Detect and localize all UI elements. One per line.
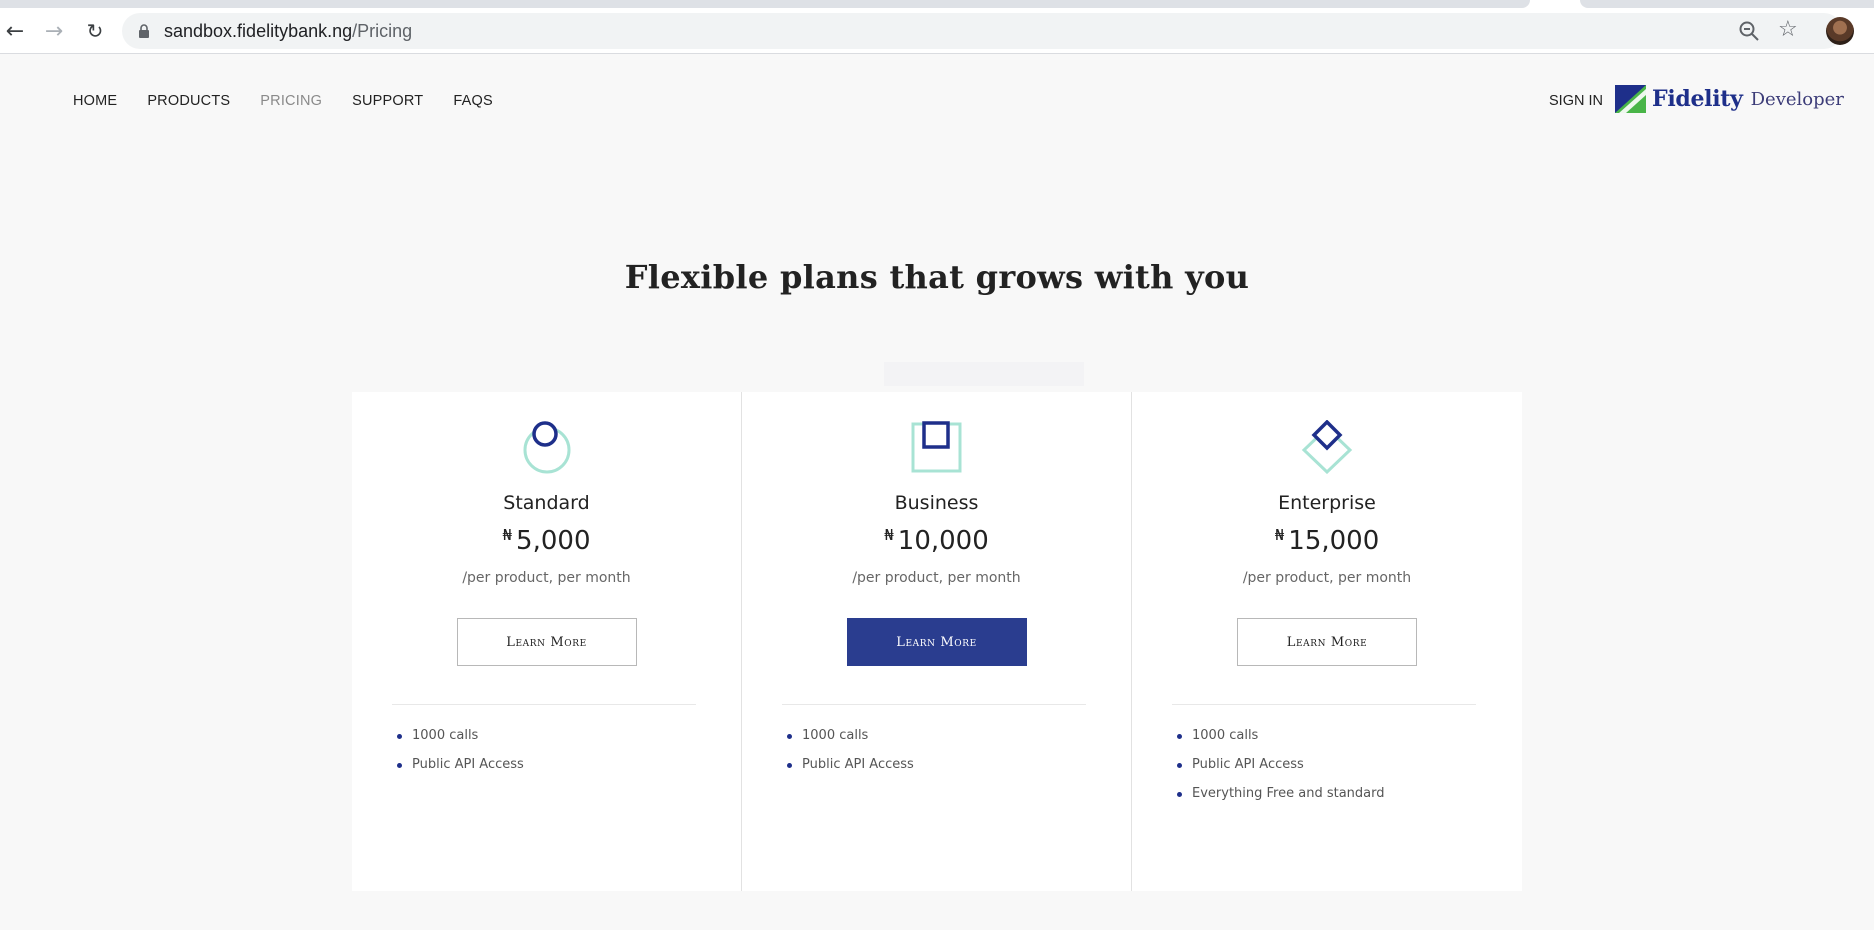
divider	[1172, 704, 1476, 705]
logo-brand-text: Fidelity	[1652, 86, 1743, 112]
feature-item: Public API Access	[397, 757, 524, 772]
price-value: 5,000	[516, 526, 591, 556]
plan-name: Business	[894, 492, 979, 514]
feature-item: 1000 calls	[787, 728, 914, 743]
back-arrow-icon[interactable]: ←	[2, 18, 28, 44]
browser-tabstrip	[0, 0, 1874, 8]
browser-toolbar: ← → ↻ sandbox.fidelitybank.ng/Pricing ☆	[0, 8, 1874, 54]
site-header: HOME PRODUCTS PRICING SUPPORT FAQS SIGN …	[0, 55, 1874, 151]
plan-period: /per product, per month	[852, 570, 1021, 586]
circle-icon	[523, 421, 570, 474]
diamond-icon	[1301, 420, 1353, 474]
nav-faqs[interactable]: FAQS	[453, 93, 492, 109]
profile-avatar[interactable]	[1826, 17, 1854, 45]
price-value: 15,000	[1288, 526, 1380, 556]
tab-strip-right	[1580, 0, 1874, 8]
feature-item: Public API Access	[1177, 757, 1385, 772]
url-path: /Pricing	[352, 21, 413, 41]
feature-list: 1000 calls Public API Access Everything …	[1177, 728, 1385, 815]
feature-list: 1000 calls Public API Access	[787, 728, 914, 786]
feature-item: 1000 calls	[1177, 728, 1385, 743]
main-nav: HOME PRODUCTS PRICING SUPPORT FAQS	[73, 93, 523, 109]
address-bar[interactable]: sandbox.fidelitybank.ng/Pricing ☆	[122, 13, 1842, 49]
plan-card-standard: Standard ₦ 5,000 /per product, per month …	[352, 392, 742, 891]
lock-icon[interactable]	[138, 24, 150, 38]
learn-more-button[interactable]: Learn More	[1237, 618, 1417, 666]
plan-period: /per product, per month	[1242, 570, 1412, 586]
divider	[782, 704, 1086, 705]
feature-item: Everything Free and standard	[1177, 786, 1385, 801]
plan-name: Enterprise	[1278, 492, 1376, 514]
feature-item: 1000 calls	[397, 728, 524, 743]
plan-card-enterprise: Enterprise ₦ 15,000 /per product, per mon…	[1132, 392, 1522, 891]
nav-support[interactable]: SUPPORT	[352, 93, 423, 109]
square-icon	[911, 421, 961, 473]
forward-arrow-icon[interactable]: →	[41, 18, 67, 44]
page-title: Flexible plans that grows with you	[624, 258, 1250, 296]
currency-symbol: ₦	[502, 526, 513, 544]
plan-price: ₦ 10,000	[742, 526, 1131, 556]
nav-products[interactable]: PRODUCTS	[147, 93, 230, 109]
learn-more-button[interactable]: Learn More	[846, 618, 1027, 666]
feature-item: Public API Access	[787, 757, 914, 772]
divider	[392, 704, 696, 705]
plan-price: ₦ 15,000	[1132, 526, 1522, 556]
currency-symbol: ₦	[1274, 526, 1285, 544]
logo-sub-text: Developer	[1750, 88, 1844, 110]
nav-pricing[interactable]: PRICING	[260, 93, 322, 109]
fidelity-developer-logo[interactable]: Fidelity Developer	[1615, 85, 1844, 113]
bookmark-star-icon[interactable]: ☆	[1778, 17, 1798, 42]
url-text: sandbox.fidelitybank.ng/Pricing	[164, 21, 412, 42]
plan-period: /per product, per month	[462, 570, 631, 586]
fidelity-logo-mark-icon	[1615, 85, 1646, 113]
zoom-out-icon[interactable]	[1738, 20, 1760, 42]
plan-price: ₦ 5,000	[352, 526, 741, 556]
feature-list: 1000 calls Public API Access	[397, 728, 524, 786]
reload-icon[interactable]: ↻	[82, 18, 108, 44]
url-host: sandbox.fidelitybank.ng	[164, 21, 353, 41]
nav-home[interactable]: HOME	[73, 93, 117, 109]
billing-toggle-placeholder	[884, 362, 1084, 386]
sign-in-link[interactable]: SIGN IN	[1549, 93, 1603, 109]
plan-name: Standard	[503, 492, 590, 514]
learn-more-button[interactable]: Learn More	[456, 618, 637, 666]
tab-strip-left	[0, 0, 1530, 8]
currency-symbol: ₦	[884, 526, 894, 544]
pricing-plans: Standard ₦ 5,000 /per product, per month …	[352, 392, 1522, 891]
plan-card-business: Business ₦ 10,000 /per product, per month…	[742, 392, 1132, 891]
price-value: 10,000	[897, 526, 989, 556]
